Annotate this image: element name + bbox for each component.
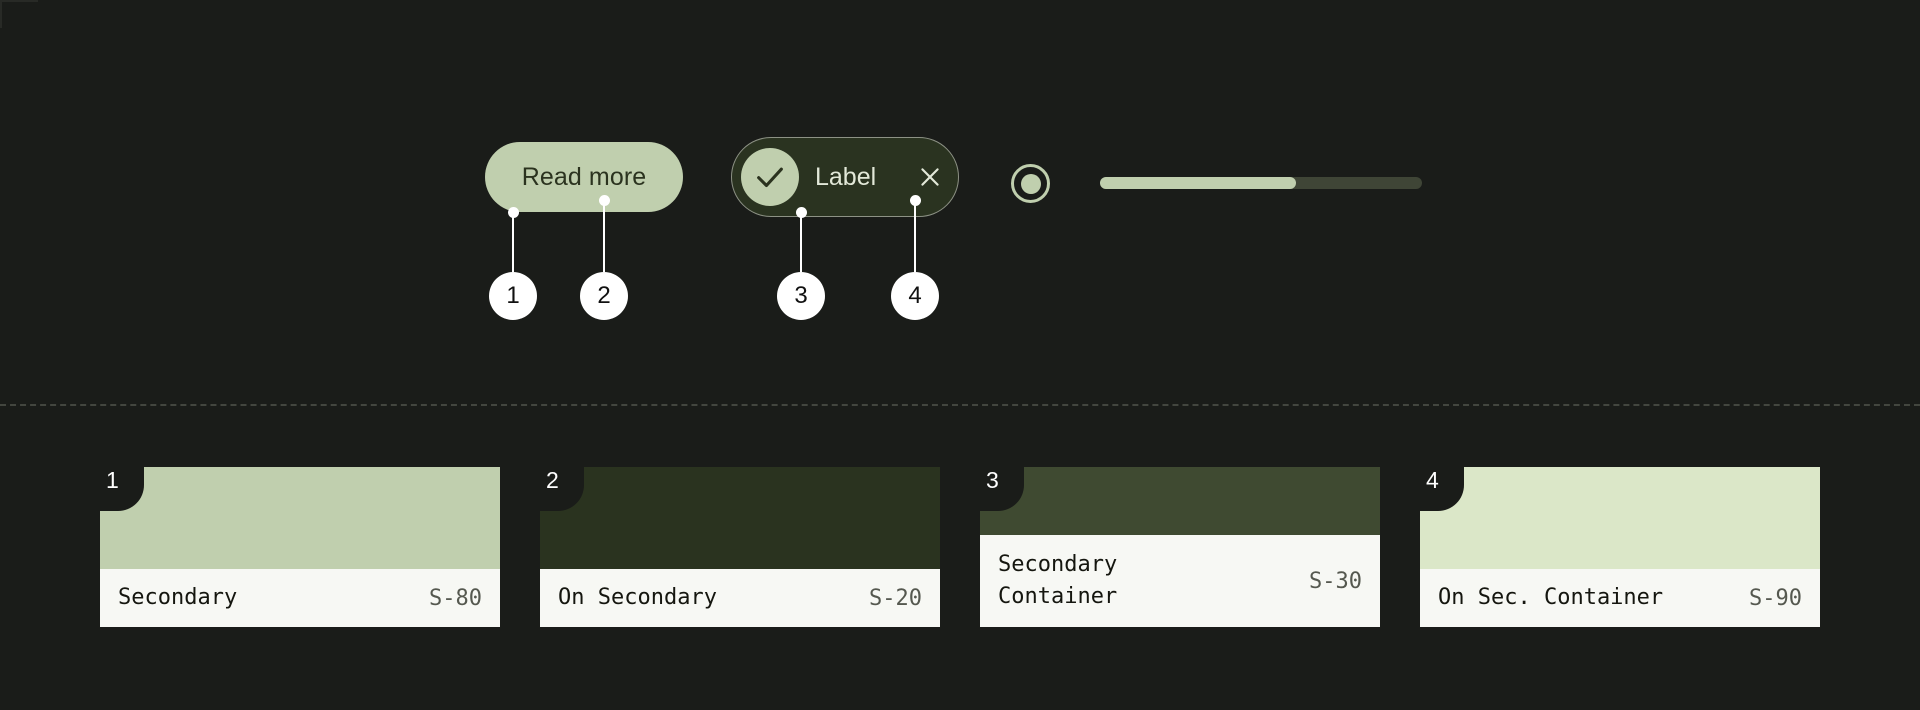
radio-inner-dot [1020, 173, 1041, 194]
callout-3-stem [800, 212, 802, 272]
swatch-color-3: 3 [978, 465, 1380, 535]
swatch-card-4-tone: S-90 [1749, 585, 1802, 611]
swatch-card-2-badge: 2 [538, 465, 584, 511]
swatch-color-1: 1 [98, 465, 500, 569]
check-icon [741, 148, 799, 206]
swatch-card-4-badge: 4 [1418, 465, 1464, 511]
slider-fill [1100, 177, 1297, 189]
swatch-card-4-name: On Sec. Container [1438, 585, 1664, 611]
swatch-card-2-tone: S-20 [869, 585, 922, 611]
callout-3-bubble: 3 [777, 272, 825, 320]
read-more-button-label: Read more [521, 162, 647, 191]
swatch-color-2: 2 [538, 465, 940, 569]
swatch-card-1-label: Secondary S-80 [100, 569, 500, 627]
swatch-card-3[interactable]: 3 Secondary Container S-30 [978, 465, 1380, 627]
swatch-card-1-badge: 1 [98, 465, 144, 511]
component-showcase: Read more Label 1 2 3 4 [0, 0, 1920, 404]
callout-2-stem [603, 200, 605, 272]
swatch-card-2[interactable]: 2 On Secondary S-20 [538, 465, 940, 627]
filter-chip[interactable]: Label [731, 137, 959, 217]
swatch-card-3-name: Secondary Container [998, 552, 1118, 609]
callout-4-stem [914, 200, 916, 272]
callout-1-bubble: 1 [489, 272, 537, 320]
swatch-card-2-name: On Secondary [558, 585, 717, 611]
swatch-card-3-label: Secondary Container S-30 [980, 535, 1380, 627]
close-icon[interactable] [916, 163, 944, 191]
slider[interactable] [1100, 173, 1422, 193]
callout-2-bubble: 2 [580, 272, 628, 320]
swatch-card-4[interactable]: 4 On Sec. Container S-90 [1418, 465, 1820, 627]
swatch-card-2-label: On Secondary S-20 [540, 569, 940, 627]
color-swatch-row: 1 Secondary S-80 2 On Secondary S-20 3 S… [0, 404, 1920, 710]
swatch-color-4: 4 [1418, 465, 1820, 569]
callout-4-bubble: 4 [891, 272, 939, 320]
swatch-card-3-tone: S-30 [1309, 568, 1362, 594]
swatch-card-1[interactable]: 1 Secondary S-80 [98, 465, 500, 627]
swatch-card-1-name: Secondary [118, 585, 238, 611]
swatch-card-3-badge: 3 [978, 465, 1024, 511]
swatch-card-4-label: On Sec. Container S-90 [1420, 569, 1820, 627]
read-more-button[interactable]: Read more [485, 142, 683, 212]
swatch-card-1-tone: S-80 [429, 585, 482, 611]
callout-1-stem [512, 212, 514, 272]
filter-chip-label: Label [815, 162, 877, 191]
radio-selected-icon[interactable] [1011, 164, 1050, 203]
